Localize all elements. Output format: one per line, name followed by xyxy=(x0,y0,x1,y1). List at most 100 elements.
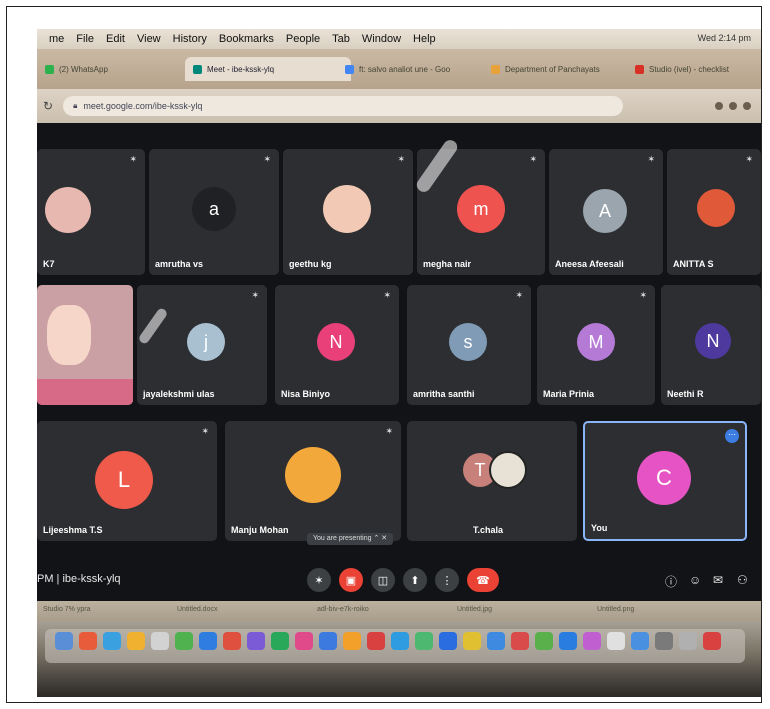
participant-tile[interactable]: A ✶ Aneesa Afeesali xyxy=(549,149,663,275)
dock-app-icon[interactable] xyxy=(415,632,433,650)
dock-app-icon[interactable] xyxy=(559,632,577,650)
participant-tile[interactable]: ✶ geethu kg xyxy=(283,149,413,275)
present-button[interactable]: ⬆ xyxy=(403,568,427,592)
participant-name: Neethi R xyxy=(667,389,704,399)
scanned-page-border: me File Edit View History Bookmarks Peop… xyxy=(6,6,762,703)
dock-app-icon[interactable] xyxy=(55,632,73,650)
participant-tile[interactable]: M ✶ Maria Prinia xyxy=(537,285,655,405)
menu-item-view[interactable]: View xyxy=(137,33,161,45)
download-item[interactable]: Studio 7% ypra xyxy=(43,606,90,613)
mac-menubar: me File Edit View History Bookmarks Peop… xyxy=(37,29,761,49)
menu-item-history[interactable]: History xyxy=(173,33,207,45)
tab-panchayats[interactable]: Department of Panchayats xyxy=(483,57,639,81)
participant-video-tile[interactable] xyxy=(37,285,133,405)
participant-tile[interactable]: ✶ Manju Mohan xyxy=(225,421,401,541)
dock-app-icon[interactable] xyxy=(679,632,697,650)
participant-tile[interactable]: L ✶ Lijeeshma T.S xyxy=(37,421,217,541)
participant-tile[interactable]: ✶ K7 xyxy=(37,149,145,275)
avatar: M xyxy=(577,323,615,361)
participant-tile[interactable]: s ✶ amritha santhi xyxy=(407,285,531,405)
tab-label: ft: salvo analiot une - Goo xyxy=(359,64,451,74)
participant-video xyxy=(47,305,91,365)
dock-app-icon[interactable] xyxy=(535,632,553,650)
screen-photo: me File Edit View History Bookmarks Peop… xyxy=(37,29,761,697)
menu-item-people[interactable]: People xyxy=(286,33,320,45)
participant-tile[interactable]: a ✶ amrutha vs xyxy=(149,149,279,275)
menu-item-file[interactable]: File xyxy=(76,33,94,45)
dock-app-icon[interactable] xyxy=(703,632,721,650)
avatar: j xyxy=(187,323,225,361)
participant-tile[interactable]: N ✶ Nisa Biniyo xyxy=(275,285,399,405)
people-icon[interactable]: ☺ xyxy=(689,573,701,587)
menu-item-window[interactable]: Window xyxy=(362,33,401,45)
dock-app-icon[interactable] xyxy=(439,632,457,650)
dock-app-icon[interactable] xyxy=(607,632,625,650)
camera-button[interactable]: ▣ xyxy=(339,568,363,592)
dock-app-icon[interactable] xyxy=(511,632,529,650)
download-item[interactable]: Untitled.jpg xyxy=(457,606,492,613)
dock-app-icon[interactable] xyxy=(175,632,193,650)
more-options-icon[interactable]: ⋯ xyxy=(725,429,739,443)
mic-off-icon: ✶ xyxy=(647,154,655,164)
star-icon[interactable] xyxy=(729,102,737,110)
camera-icon: ▣ xyxy=(345,574,357,587)
dock-app-icon[interactable] xyxy=(199,632,217,650)
mic-off-icon: ✶ xyxy=(515,290,523,300)
dock-app-icon[interactable] xyxy=(655,632,673,650)
tab-meet[interactable]: Meet - ibe-kssk-ylq xyxy=(185,57,351,81)
dock-app-icon[interactable] xyxy=(583,632,601,650)
url-field[interactable]: 🔒︎ meet.google.com/ibe-kssk-ylq xyxy=(63,96,624,116)
hangup-icon: ☎ xyxy=(476,574,490,587)
mic-off-button[interactable]: ✶ xyxy=(307,568,331,592)
participant-tile[interactable]: T T.chala xyxy=(407,421,577,541)
participant-tile[interactable]: j ✶ jayalekshmi ulas xyxy=(137,285,267,405)
menu-item-bookmarks[interactable]: Bookmarks xyxy=(219,33,274,45)
dock-app-icon[interactable] xyxy=(127,632,145,650)
dock-app-icon[interactable] xyxy=(487,632,505,650)
dock-app-icon[interactable] xyxy=(271,632,289,650)
participant-tile[interactable]: ✶ ANITTA S xyxy=(667,149,761,275)
dock-app-icon[interactable] xyxy=(151,632,169,650)
tab-whatsapp[interactable]: (2) WhatsApp xyxy=(37,57,203,81)
download-bar: Studio 7% ypra Untitled.docx adl-biv-e7k… xyxy=(37,601,761,621)
activities-icon[interactable]: ⚇ xyxy=(737,573,748,587)
profile-icon[interactable] xyxy=(743,102,751,110)
dock-app-icon[interactable] xyxy=(103,632,121,650)
captions-button[interactable]: ◫ xyxy=(371,568,395,592)
dock-app-icon[interactable] xyxy=(343,632,361,650)
dock-app-icon[interactable] xyxy=(223,632,241,650)
url-text: meet.google.com/ibe-kssk-ylq xyxy=(83,101,203,111)
dock-app-icon[interactable] xyxy=(463,632,481,650)
tab-gmail[interactable]: Studio (ivel) - checklist xyxy=(627,57,761,81)
dock-app-icon[interactable] xyxy=(247,632,265,650)
tab-google[interactable]: ft: salvo analiot une - Goo xyxy=(337,57,493,81)
menu-item-help[interactable]: Help xyxy=(413,33,436,45)
download-item[interactable]: Untitled.png xyxy=(597,606,634,613)
menu-item-edit[interactable]: Edit xyxy=(106,33,125,45)
extension-icon[interactable] xyxy=(715,102,723,110)
page-icon xyxy=(491,64,500,74)
download-item[interactable]: Untitled.docx xyxy=(177,606,217,613)
participant-tile[interactable]: N Neethi R xyxy=(661,285,761,405)
reload-icon[interactable]: ↻ xyxy=(43,99,53,113)
participant-tile-self[interactable]: ⋯ C You xyxy=(583,421,747,541)
dock-app-icon[interactable] xyxy=(367,632,385,650)
menu-item-tab[interactable]: Tab xyxy=(332,33,350,45)
dock-app-icon[interactable] xyxy=(319,632,337,650)
info-icon[interactable]: ⓘ xyxy=(665,573,677,590)
chat-icon[interactable]: ✉ xyxy=(713,573,723,587)
participant-clothing xyxy=(37,379,133,405)
participant-name: jayalekshmi ulas xyxy=(143,389,215,399)
more-button[interactable]: ⋮ xyxy=(435,568,459,592)
menu-item[interactable]: me xyxy=(49,33,64,45)
whatsapp-icon xyxy=(45,64,54,74)
presenting-banner[interactable]: You are presenting ⌃ ✕ xyxy=(307,533,394,545)
download-item[interactable]: adl-biv-e7k-roiko xyxy=(317,606,369,613)
dock-app-icon[interactable] xyxy=(631,632,649,650)
end-call-button[interactable]: ☎ xyxy=(467,568,499,592)
tab-label: Meet - ibe-kssk-ylq xyxy=(207,64,275,74)
dock-app-icon[interactable] xyxy=(79,632,97,650)
mic-off-icon: ✶ xyxy=(129,154,137,164)
dock-app-icon[interactable] xyxy=(391,632,409,650)
dock-app-icon[interactable] xyxy=(295,632,313,650)
